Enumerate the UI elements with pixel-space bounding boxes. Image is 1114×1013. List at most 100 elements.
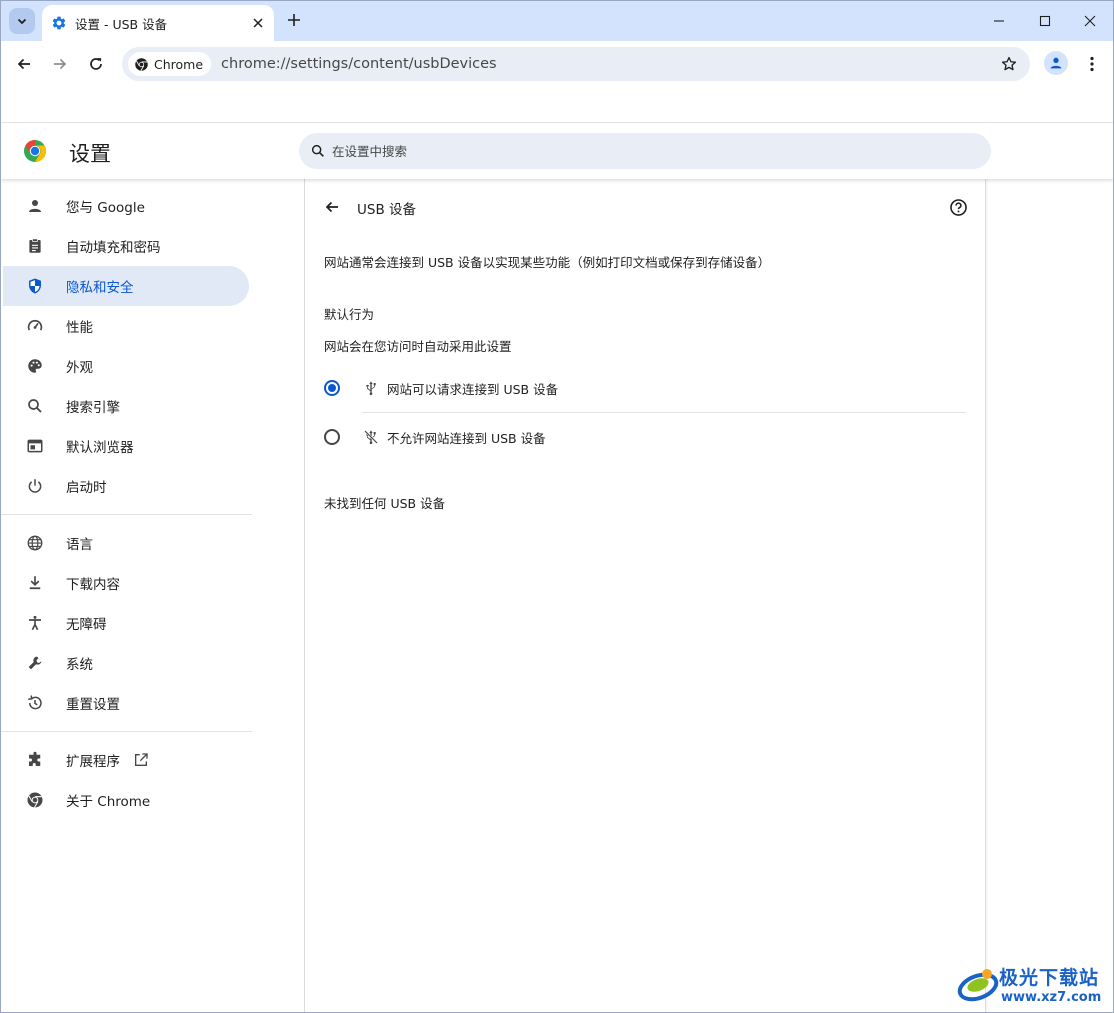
open-in-new-icon <box>133 752 149 768</box>
radio-dot <box>328 384 336 392</box>
browser-icon <box>25 436 45 456</box>
tab-settings-usb[interactable]: 设置 - USB 设备 <box>42 5 274 41</box>
arrow-right-icon <box>54 58 67 70</box>
plus-icon <box>288 14 300 26</box>
sidebar-item-label: 下载内容 <box>66 577 120 593</box>
sidebar: 您与 Google 自动填充和密码 隐私和安全 性能 外观 搜索引擎 默认浏览器 <box>1 179 261 1012</box>
history-icon <box>25 693 45 713</box>
minimize-button[interactable] <box>976 1 1022 41</box>
option-allow-usb[interactable]: 网站可以请求连接到 USB 设备 <box>324 364 966 412</box>
arrow-left-icon <box>325 201 338 213</box>
sidebar-item-label: 系统 <box>66 657 93 673</box>
sidebar-item-about-chrome[interactable]: 关于 Chrome <box>3 780 249 820</box>
tab-strip: 设置 - USB 设备 <box>1 1 1113 41</box>
sidebar-item-appearance[interactable]: 外观 <box>3 346 249 386</box>
option-label: 不允许网站连接到 USB 设备 <box>387 430 546 446</box>
reload-button[interactable] <box>82 50 110 78</box>
maximize-button[interactable] <box>1022 1 1068 41</box>
default-behavior-title: 默认行为 <box>324 307 375 322</box>
help-icon <box>949 198 967 216</box>
speedometer-icon <box>25 316 45 336</box>
sidebar-item-downloads[interactable]: 下载内容 <box>3 563 249 603</box>
close-icon <box>1084 15 1096 27</box>
chrome-icon <box>135 57 148 71</box>
new-tab-button[interactable] <box>284 10 304 30</box>
address-bar[interactable]: Chrome chrome://settings/content/usbDevi… <box>122 47 1030 81</box>
usb-off-icon <box>362 428 380 446</box>
chrome-logo-icon <box>24 140 47 162</box>
maximize-icon <box>1039 15 1051 27</box>
default-behavior-subtitle: 网站会在您访问时自动采用此设置 <box>324 339 512 354</box>
toolbar: Chrome chrome://settings/content/usbDevi… <box>1 41 1113 87</box>
usb-devices-panel: USB 设备 网站通常会连接到 USB 设备以实现某些功能（例如打印文档或保存到… <box>304 179 986 1012</box>
clipboard-icon <box>25 236 45 256</box>
sidebar-divider <box>1 514 252 515</box>
site-info-chip[interactable]: Chrome <box>128 52 212 76</box>
globe-icon <box>25 533 45 553</box>
browser-window: 设置 - USB 设备 Chrome chrome://settings/con… <box>0 0 1114 1013</box>
description-text: 网站通常会连接到 USB 设备以实现某些功能（例如打印文档或保存到存储设备） <box>324 255 771 270</box>
sidebar-item-performance[interactable]: 性能 <box>3 306 249 346</box>
sidebar-item-reset[interactable]: 重置设置 <box>3 683 249 723</box>
radio-block[interactable] <box>324 429 340 445</box>
bookmark-star-icon[interactable] <box>1000 55 1018 77</box>
sidebar-item-label: 扩展程序 <box>66 754 120 770</box>
chip-label: Chrome <box>154 56 204 72</box>
search-input[interactable] <box>332 143 932 159</box>
sidebar-item-label: 关于 Chrome <box>66 794 151 810</box>
tab-title: 设置 - USB 设备 <box>75 16 168 32</box>
person-icon <box>25 196 45 216</box>
chrome-icon <box>25 790 45 810</box>
sidebar-item-privacy[interactable]: 隐私和安全 <box>3 266 249 306</box>
settings-search[interactable] <box>299 133 991 169</box>
tab-close-icon[interactable] <box>250 15 266 31</box>
sidebar-item-label: 启动时 <box>66 480 107 496</box>
back-button[interactable] <box>10 50 38 78</box>
sidebar-item-label: 隐私和安全 <box>66 280 134 296</box>
sidebar-item-label: 您与 Google <box>66 200 145 216</box>
option-label: 网站可以请求连接到 USB 设备 <box>387 381 559 397</box>
sidebar-item-system[interactable]: 系统 <box>3 643 249 683</box>
search-icon <box>25 396 45 416</box>
sidebar-item-label: 语言 <box>66 537 93 553</box>
sidebar-item-accessibility[interactable]: 无障碍 <box>3 603 249 643</box>
sidebar-item-label: 默认浏览器 <box>66 440 134 456</box>
usb-icon <box>362 379 380 397</box>
sidebar-item-search-engine[interactable]: 搜索引擎 <box>3 386 249 426</box>
more-vert-icon <box>1090 56 1094 72</box>
person-icon <box>1050 57 1062 69</box>
minimize-icon <box>994 20 1004 22</box>
option-block-usb[interactable]: 不允许网站连接到 USB 设备 <box>324 413 966 461</box>
menu-button[interactable] <box>1078 50 1106 78</box>
sidebar-item-on-startup[interactable]: 启动时 <box>3 466 249 506</box>
sidebar-item-label: 重置设置 <box>66 697 120 713</box>
url-text[interactable]: chrome://settings/content/usbDevices <box>221 56 497 72</box>
help-button[interactable] <box>947 196 969 218</box>
sidebar-item-label: 无障碍 <box>66 617 107 633</box>
sidebar-item-label: 自动填充和密码 <box>66 240 161 256</box>
sidebar-item-languages[interactable]: 语言 <box>3 523 249 563</box>
wrench-icon <box>25 653 45 673</box>
palette-icon <box>25 356 45 376</box>
radio-allow[interactable] <box>324 380 340 396</box>
page-title: 设置 <box>69 142 111 166</box>
sidebar-item-you-and-google[interactable]: 您与 Google <box>3 186 249 226</box>
forward-button[interactable] <box>46 50 74 78</box>
tab-search-button[interactable] <box>9 8 35 34</box>
power-icon <box>25 476 45 496</box>
puzzle-icon <box>25 750 45 770</box>
shield-icon <box>25 276 45 296</box>
settings-gear-icon <box>51 15 67 31</box>
profile-avatar[interactable] <box>1044 51 1068 75</box>
watermark-logo: 极光下载站 www.xz7.com <box>957 961 1107 1009</box>
close-window-button[interactable] <box>1067 1 1113 41</box>
sidebar-item-autofill[interactable]: 自动填充和密码 <box>3 226 249 266</box>
back-arrow-button[interactable] <box>321 196 343 218</box>
no-devices-text: 未找到任何 USB 设备 <box>324 496 446 511</box>
sidebar-item-label: 性能 <box>66 320 93 336</box>
sidebar-item-extensions[interactable]: 扩展程序 <box>3 740 249 780</box>
subpage-title: USB 设备 <box>357 202 417 218</box>
sidebar-item-default-browser[interactable]: 默认浏览器 <box>3 426 249 466</box>
reload-icon <box>90 58 102 70</box>
settings-header: 设置 <box>1 122 1113 179</box>
